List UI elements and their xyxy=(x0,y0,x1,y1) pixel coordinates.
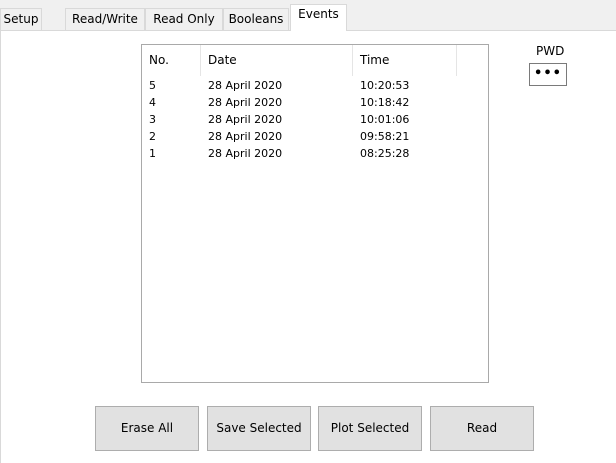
tab-booleans[interactable]: Booleans xyxy=(223,8,289,30)
event-date: 28 April 2020 xyxy=(208,96,283,109)
plot-selected-button[interactable]: Plot Selected xyxy=(318,406,422,451)
pwd-field[interactable]: ••• xyxy=(529,63,567,86)
events-list-header: No. Date Time xyxy=(142,45,488,76)
list-item[interactable]: 1 28 April 2020 08:25:28 xyxy=(142,145,488,162)
tab-setup[interactable]: Setup xyxy=(0,8,42,30)
list-item[interactable]: 2 28 April 2020 09:58:21 xyxy=(142,128,488,145)
event-time: 08:25:28 xyxy=(360,147,410,160)
list-item[interactable]: 3 28 April 2020 10:01:06 xyxy=(142,111,488,128)
erase-all-button[interactable]: Erase All xyxy=(95,406,199,451)
event-no: 3 xyxy=(149,113,156,126)
app-window: Setup Read/Write Read Only Booleans Even… xyxy=(0,0,616,463)
event-date: 28 April 2020 xyxy=(208,113,283,126)
tab-read-only[interactable]: Read Only xyxy=(145,8,223,30)
save-selected-button[interactable]: Save Selected xyxy=(207,406,311,451)
tab-read-write[interactable]: Read/Write xyxy=(65,8,145,30)
column-header-date[interactable]: Date xyxy=(201,45,353,76)
event-no: 2 xyxy=(149,130,156,143)
event-time: 10:18:42 xyxy=(360,96,410,109)
column-header-time[interactable]: Time xyxy=(353,45,457,76)
event-time: 09:58:21 xyxy=(360,130,410,143)
list-item[interactable]: 4 28 April 2020 10:18:42 xyxy=(142,94,488,111)
event-date: 28 April 2020 xyxy=(208,130,283,143)
column-header-no[interactable]: No. xyxy=(142,45,201,76)
event-no: 5 xyxy=(149,79,156,92)
events-list[interactable]: No. Date Time 5 28 April 2020 10:20:53 4… xyxy=(141,44,489,383)
list-item[interactable]: 5 28 April 2020 10:20:53 xyxy=(142,77,488,94)
tab-strip: Setup Read/Write Read Only Booleans Even… xyxy=(0,0,616,31)
event-time: 10:20:53 xyxy=(360,79,410,92)
event-date: 28 April 2020 xyxy=(208,147,283,160)
event-date: 28 April 2020 xyxy=(208,79,283,92)
event-no: 1 xyxy=(149,147,156,160)
events-list-body: 5 28 April 2020 10:20:53 4 28 April 2020… xyxy=(142,77,488,162)
event-time: 10:01:06 xyxy=(360,113,410,126)
event-no: 4 xyxy=(149,96,156,109)
tab-events[interactable]: Events xyxy=(290,4,347,31)
read-button[interactable]: Read xyxy=(430,406,534,451)
pwd-label: PWD xyxy=(536,44,565,58)
